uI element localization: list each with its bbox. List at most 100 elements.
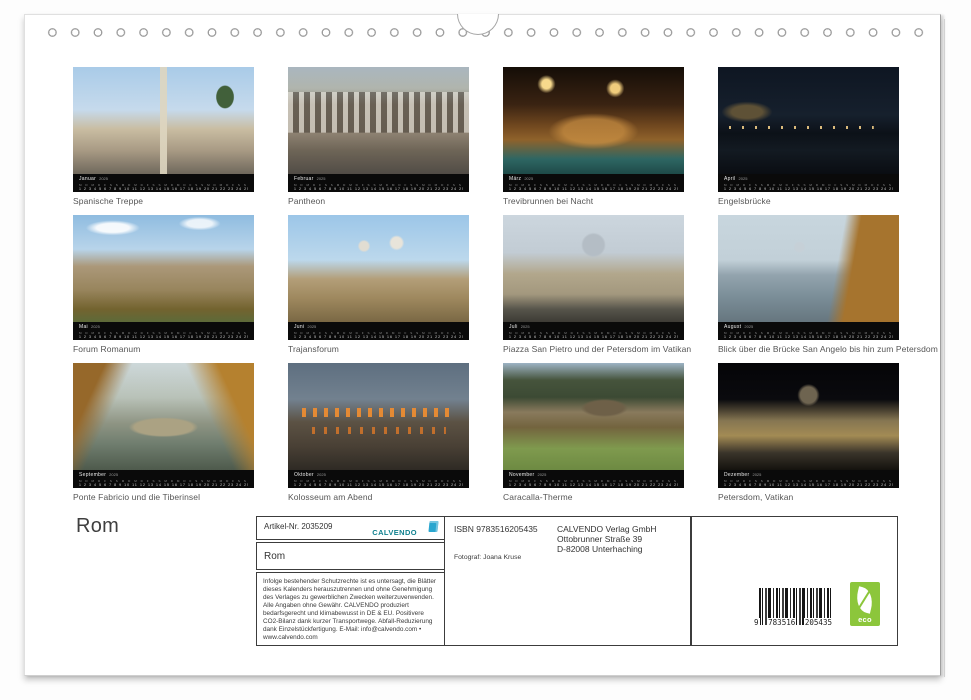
- month-photo-spanische-treppe: [73, 67, 254, 174]
- barcode-digit-group: 205435: [804, 618, 833, 627]
- isbn-publisher-box: ISBN 9783516205435 CALVENDO Verlag GmbH …: [444, 516, 691, 646]
- mini-calendar-bar: September2025 M D M D F S S M D M D F S …: [73, 470, 254, 488]
- month-photo-caracalla-therme: [503, 363, 684, 470]
- mini-calendar-bar: Februar2025 M D M D F S S M D M D F S S …: [288, 174, 469, 192]
- month-tile-juli: Juli2025 M D M D F S S M D M D F S S M D…: [503, 215, 684, 356]
- isbn: ISBN 9783516205435: [454, 524, 538, 534]
- mini-calendar-bar: November2025 M D M D F S S M D M D F S S…: [503, 470, 684, 488]
- barcode-digit-group: 9: [753, 618, 760, 627]
- month-tile-oktober: Oktober2025 M D M D F S S M D M D F S S …: [288, 363, 469, 504]
- barcode-digit-group: 783516: [767, 618, 796, 627]
- month-caption: Caracalla-Therme: [503, 492, 684, 502]
- day-strip: 1 2 3 4 5 6 7 8 9 10 11 12 13 14 15 16 1…: [509, 335, 678, 340]
- month-thumbnail-grid: Januar2025 M D M D F S S M D M D F S S M…: [73, 67, 899, 504]
- day-strip: 1 2 3 4 5 6 7 8 9 10 11 12 13 14 15 16 1…: [724, 335, 893, 340]
- mini-calendar-bar: Juli2025 M D M D F S S M D M D F S S M D…: [503, 322, 684, 340]
- month-caption: Spanische Treppe: [73, 196, 254, 206]
- day-strip: 1 2 3 4 5 6 7 8 9 10 11 12 13 14 15 16 1…: [79, 187, 248, 192]
- month-tile-august: August2025 M D M D F S S M D M D F S S M…: [718, 215, 899, 356]
- month-year: 2025: [521, 324, 530, 329]
- month-tile-november: November2025 M D M D F S S M D M D F S S…: [503, 363, 684, 504]
- month-photo-forum-romanum: [73, 215, 254, 322]
- ean-barcode: 9 783516 205435: [759, 588, 833, 625]
- mini-calendar-bar: Dezember2025 M D M D F S S M D M D F S S…: [718, 470, 899, 488]
- month-name: Juli: [509, 324, 518, 330]
- month-name: Januar: [79, 176, 96, 182]
- calvendo-logo: CALVENDO: [372, 522, 438, 540]
- month-caption: Kolosseum am Abend: [288, 492, 469, 502]
- month-photo-trevibrunnen: [503, 67, 684, 174]
- month-caption: Trevibrunnen bei Nacht: [503, 196, 684, 206]
- day-strip: 1 2 3 4 5 6 7 8 9 10 11 12 13 14 15 16 1…: [79, 335, 248, 340]
- month-name: November: [509, 472, 534, 478]
- month-caption: Petersdom, Vatikan: [718, 492, 899, 502]
- month-year: 2025: [752, 472, 761, 477]
- month-caption: Forum Romanum: [73, 344, 254, 354]
- month-tile-januar: Januar2025 M D M D F S S M D M D F S S M…: [73, 67, 254, 208]
- month-year: 2025: [744, 324, 753, 329]
- month-year: 2025: [109, 472, 118, 477]
- month-tile-juni: Juni2025 M D M D F S S M D M D F S S M D…: [288, 215, 469, 356]
- month-caption: Trajansforum: [288, 344, 469, 354]
- legal-text: Infolge bestehender Schutzrechte ist es …: [263, 578, 439, 642]
- month-year: 2025: [739, 176, 748, 181]
- mini-calendar-bar: April2025 M D M D F S S M D M D F S S M …: [718, 174, 899, 192]
- month-tile-februar: Februar2025 M D M D F S S M D M D F S S …: [288, 67, 469, 208]
- month-year: 2025: [317, 176, 326, 181]
- mini-calendar-bar: Januar2025 M D M D F S S M D M D F S S M…: [73, 174, 254, 192]
- month-name: Oktober: [294, 472, 314, 478]
- month-tile-april: April2025 M D M D F S S M D M D F S S M …: [718, 67, 899, 208]
- month-name: Mai: [79, 324, 88, 330]
- month-name: August: [724, 324, 741, 330]
- day-strip: 1 2 3 4 5 6 7 8 9 10 11 12 13 14 15 16 1…: [79, 483, 248, 488]
- month-year: 2025: [307, 324, 316, 329]
- article-number: Artikel-Nr. 2035209: [264, 522, 332, 531]
- day-strip: 1 2 3 4 5 6 7 8 9 10 11 12 13 14 15 16 1…: [724, 483, 893, 488]
- month-name: Dezember: [724, 472, 749, 478]
- eco-badge: eco: [850, 582, 880, 626]
- article-number-box: Artikel-Nr. 2035209 CALVENDO: [256, 516, 446, 540]
- leaf-icon: [853, 586, 875, 613]
- day-strip: 1 2 3 4 5 6 7 8 9 10 11 12 13 14 15 16 1…: [509, 483, 678, 488]
- photographer-credit: Fotograf: Joana Kruse: [454, 554, 521, 561]
- month-name: März: [509, 176, 521, 182]
- month-year: 2025: [91, 324, 100, 329]
- mini-calendar-bar: August2025 M D M D F S S M D M D F S S M…: [718, 322, 899, 340]
- month-photo-trajansforum: [288, 215, 469, 322]
- month-photo-bruecke-san-angelo: [718, 215, 899, 322]
- barcode-digits: 9 783516 205435: [753, 618, 833, 627]
- publisher-address: CALVENDO Verlag GmbH Ottobrunner Straße …: [557, 524, 657, 554]
- month-name: Juni: [294, 324, 304, 330]
- month-name: September: [79, 472, 106, 478]
- mini-calendar-bar: Juni2025 M D M D F S S M D M D F S S M D…: [288, 322, 469, 340]
- month-tile-maerz: März2025 M D M D F S S M D M D F S S M D…: [503, 67, 684, 208]
- month-photo-kolosseum: [288, 363, 469, 470]
- mini-calendar-bar: Oktober2025 M D M D F S S M D M D F S S …: [288, 470, 469, 488]
- mini-calendar-bar: Mai2025 M D M D F S S M D M D F S S M D …: [73, 322, 254, 340]
- month-year: 2025: [524, 176, 533, 181]
- day-strip: 1 2 3 4 5 6 7 8 9 10 11 12 13 14 15 16 1…: [294, 187, 463, 192]
- month-caption: Blick über die Brücke San Angelo bis hin…: [718, 344, 899, 354]
- month-tile-september: September2025 M D M D F S S M D M D F S …: [73, 363, 254, 504]
- eco-label: eco: [858, 615, 872, 624]
- publisher-line: D-82008 Unterhaching: [557, 544, 657, 554]
- day-strip: 1 2 3 4 5 6 7 8 9 10 11 12 13 14 15 16 1…: [724, 187, 893, 192]
- day-strip: 1 2 3 4 5 6 7 8 9 10 11 12 13 14 15 16 1…: [509, 187, 678, 192]
- month-photo-petersdom: [718, 363, 899, 470]
- calvendo-wordmark: CALVENDO: [372, 528, 417, 537]
- month-name: April: [724, 176, 736, 182]
- calendar-back-cover: Januar2025 M D M D F S S M D M D F S S M…: [0, 0, 971, 700]
- month-photo-ponte-fabricio: [73, 363, 254, 470]
- month-tile-dezember: Dezember2025 M D M D F S S M D M D F S S…: [718, 363, 899, 504]
- month-tile-mai: Mai2025 M D M D F S S M D M D F S S M D …: [73, 215, 254, 356]
- month-caption: Engelsbrücke: [718, 196, 899, 206]
- day-strip: 1 2 3 4 5 6 7 8 9 10 11 12 13 14 15 16 1…: [294, 335, 463, 340]
- legal-box: Infolge bestehender Schutzrechte ist es …: [256, 572, 446, 646]
- calendar-sheet: Januar2025 M D M D F S S M D M D F S S M…: [24, 14, 941, 676]
- publisher-line: CALVENDO Verlag GmbH: [557, 524, 657, 534]
- publisher-line: Ottobrunner Straße 39: [557, 534, 657, 544]
- month-year: 2025: [537, 472, 546, 477]
- barcode-box: 9 783516 205435 eco: [691, 516, 898, 646]
- product-title-box: Rom: [256, 542, 446, 570]
- mini-calendar-bar: März2025 M D M D F S S M D M D F S S M D…: [503, 174, 684, 192]
